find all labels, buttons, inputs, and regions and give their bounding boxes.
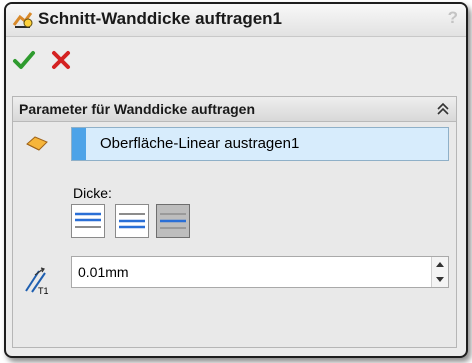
thickness-value: 0.01mm <box>78 264 129 280</box>
thicken-side2-button[interactable] <box>115 204 149 238</box>
collapse-icon[interactable] <box>436 101 450 117</box>
cancel-button[interactable] <box>50 49 72 71</box>
thickness-input[interactable]: 0.01mm <box>71 256 449 288</box>
group-body: Oberfläche-Linear austragen1 Dicke: T1 0… <box>13 122 456 347</box>
thickness-label: Dicke: <box>73 185 112 201</box>
selected-face-label: Oberfläche-Linear austragen1 <box>100 135 300 152</box>
property-manager-panel: Schnitt-Wanddicke auftragen1 ? Parameter… <box>4 2 468 358</box>
ok-button[interactable] <box>12 49 36 71</box>
window-title: Schnitt-Wanddicke auftragen1 <box>38 9 283 28</box>
feature-icon <box>12 12 33 28</box>
thickness-dimension-icon: T1 <box>25 267 49 295</box>
thicken-side1-button[interactable] <box>71 204 105 238</box>
thicken-both-sides-button[interactable] <box>156 204 190 238</box>
spin-up-button[interactable] <box>431 257 448 273</box>
help-icon[interactable]: ? <box>448 8 458 28</box>
svg-text:T1: T1 <box>38 286 49 295</box>
spin-down-button[interactable] <box>431 272 448 287</box>
parameters-group: Parameter für Wanddicke auftragen Oberfl… <box>12 96 457 348</box>
title-bar: Schnitt-Wanddicke auftragen1 ? <box>6 4 466 37</box>
face-selection-box[interactable]: Oberfläche-Linear austragen1 <box>71 127 449 161</box>
confirm-toolbar <box>6 37 466 83</box>
face-selection-icon <box>26 136 48 151</box>
active-selection-marker <box>72 128 86 160</box>
group-title: Parameter für Wanddicke auftragen <box>19 101 255 117</box>
group-header[interactable]: Parameter für Wanddicke auftragen <box>13 97 456 122</box>
